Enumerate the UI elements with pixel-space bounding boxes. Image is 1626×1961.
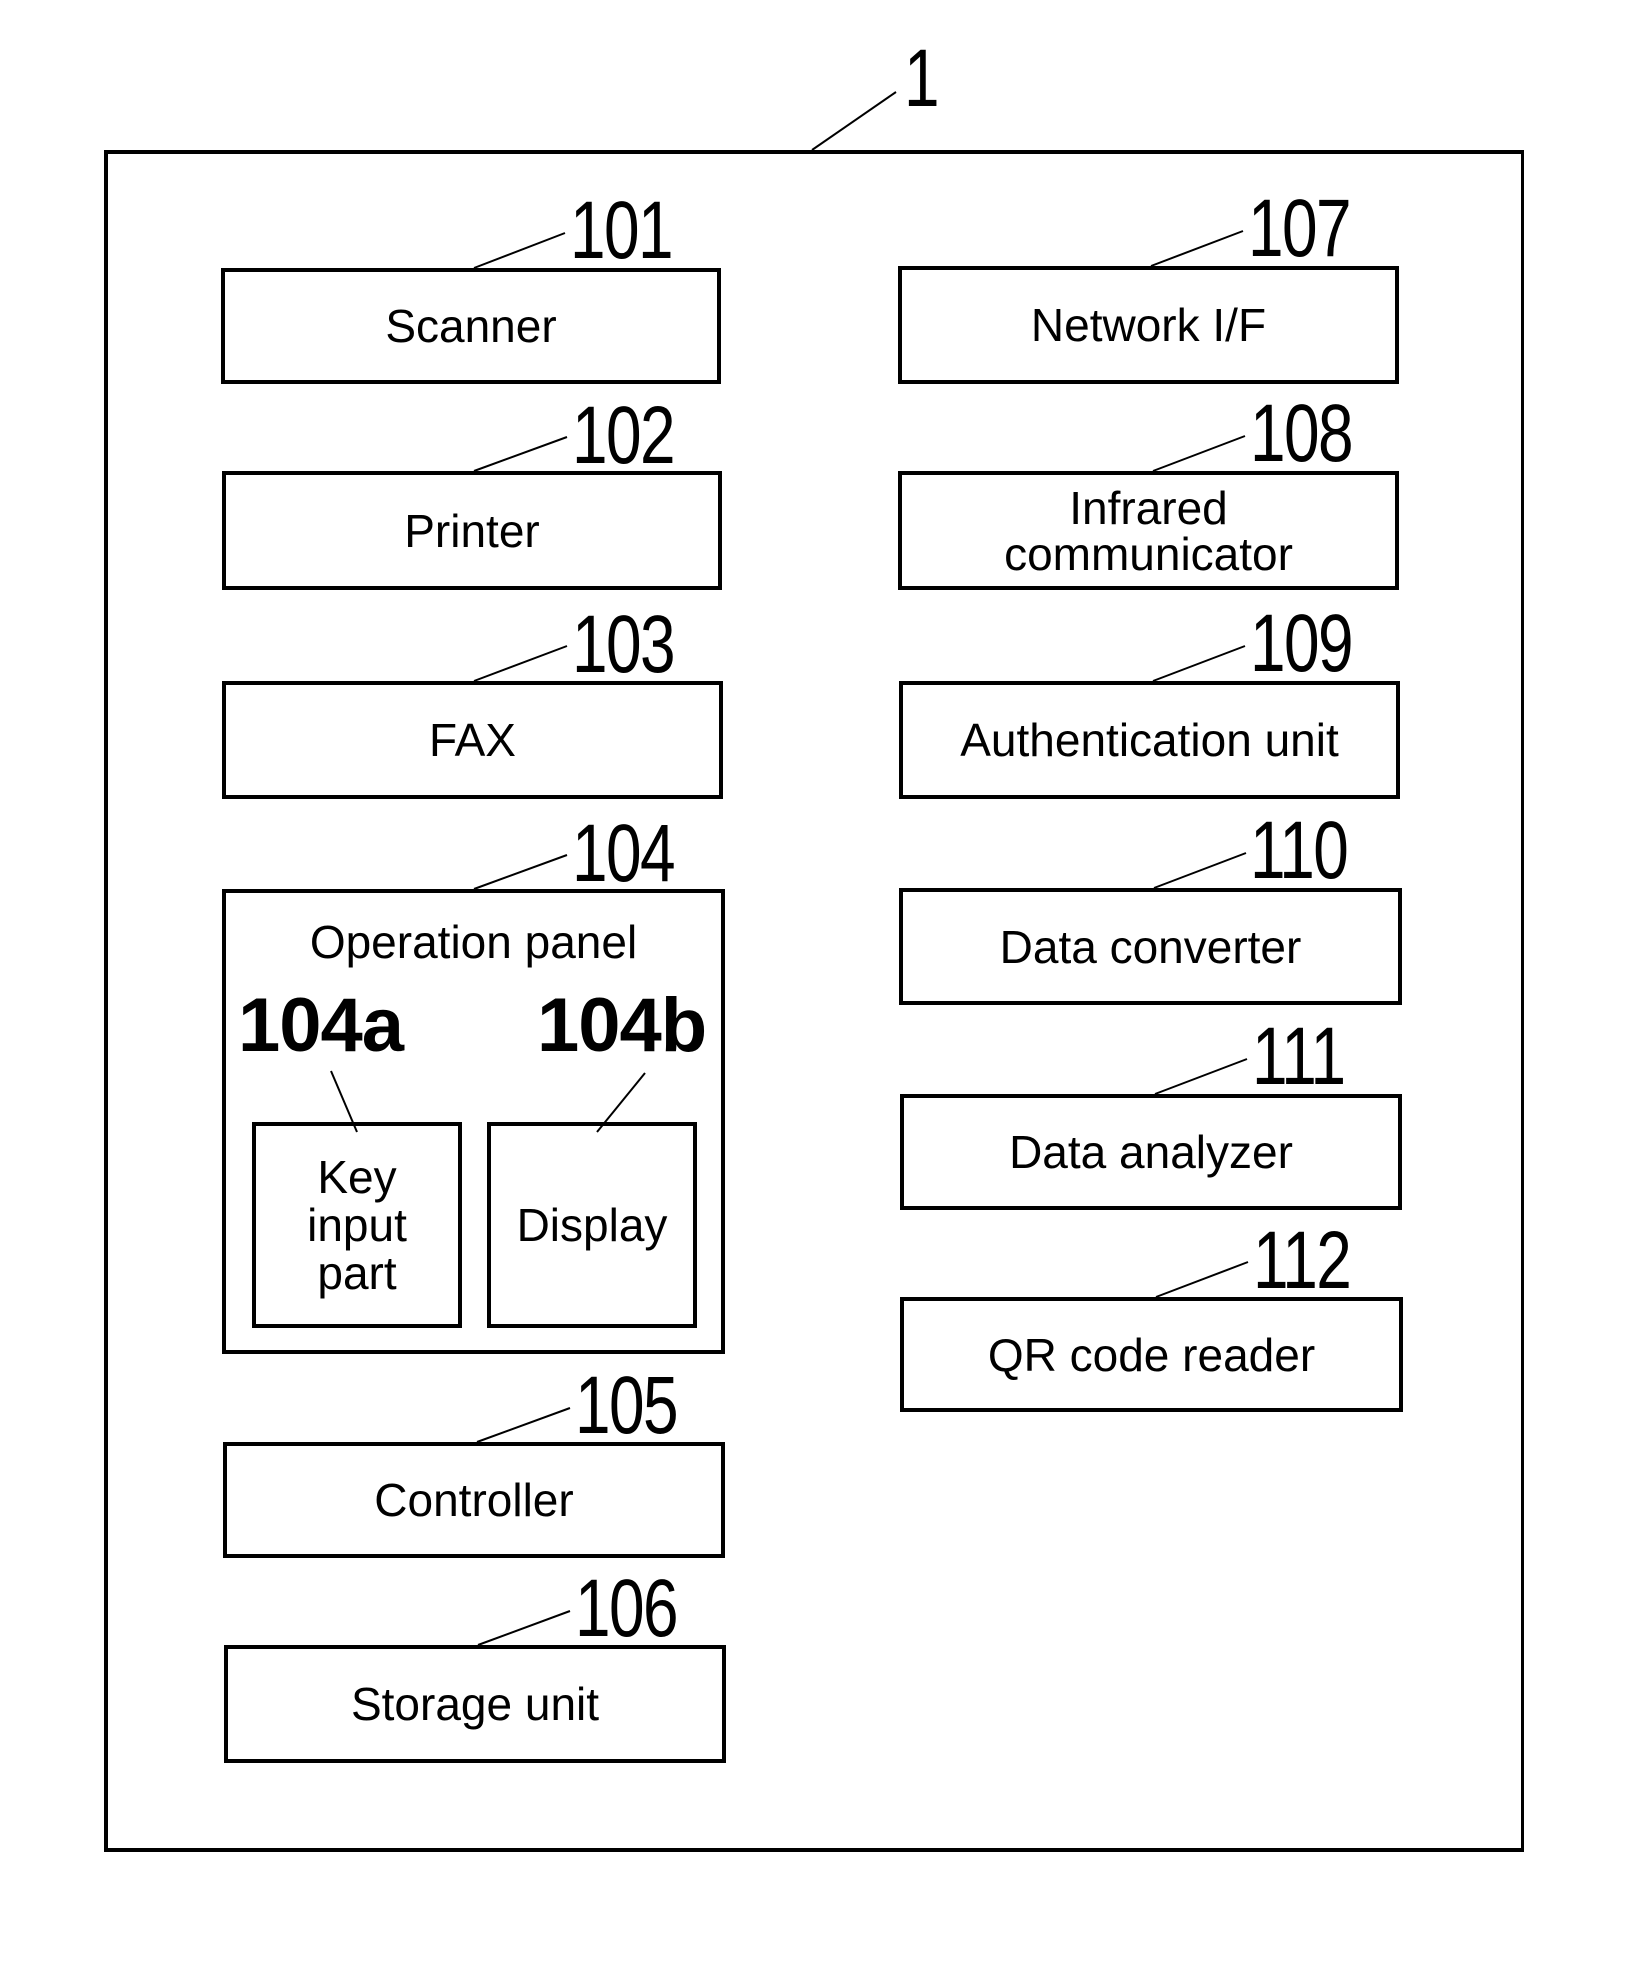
storage-unit-label: Storage unit — [350, 1678, 600, 1730]
qr-code-reader-label: QR code reader — [987, 1328, 1316, 1381]
ref-label-102: 102 — [572, 390, 676, 481]
authentication-unit-box: Authentication unit — [899, 681, 1400, 799]
infrared-communicator-label-line-2: communicator — [1004, 527, 1293, 580]
ref-label-108: 108 — [1250, 388, 1354, 479]
ref-label-105: 105 — [575, 1360, 679, 1451]
scanner-box: Scanner — [221, 268, 721, 384]
scanner-label: Scanner — [385, 300, 557, 352]
ref-label-107: 107 — [1248, 183, 1352, 274]
network-if-box: Network I/F — [898, 266, 1399, 384]
ref-label-112: 112 — [1253, 1215, 1352, 1306]
data-analyzer-box: Data analyzer — [900, 1094, 1402, 1210]
fax-box: FAX — [222, 681, 723, 799]
data-analyzer-label: Data analyzer — [1009, 1126, 1293, 1178]
infrared-communicator-label-line-1: Infrared — [1069, 481, 1228, 534]
storage-unit-box: Storage unit — [224, 1645, 726, 1763]
ref-label-104: 104 — [572, 808, 676, 899]
ref-label-110: 110 — [1250, 805, 1349, 896]
printer-label: Printer — [404, 504, 540, 557]
controller-box: Controller — [223, 1442, 725, 1558]
key-input-part-label-line-3: part — [317, 1247, 397, 1300]
leader-line-1 — [811, 91, 897, 151]
ref-label-104a: 104a — [238, 983, 404, 1068]
printer-box: Printer — [222, 471, 722, 590]
network-if-label: Network I/F — [1030, 299, 1267, 351]
ref-label-106: 106 — [575, 1563, 679, 1654]
ref-label-111: 111 — [1252, 1011, 1346, 1102]
ref-label-104b: 104b — [537, 983, 707, 1068]
infrared-communicator-box: Infrared communicator — [898, 471, 1399, 590]
data-converter-box: Data converter — [899, 888, 1402, 1005]
key-input-part-box: Key input part — [252, 1122, 462, 1328]
ref-label-1: 1 — [904, 33, 940, 124]
fax-label: FAX — [429, 714, 516, 766]
data-converter-label: Data converter — [999, 920, 1302, 973]
controller-label: Controller — [374, 1474, 574, 1526]
operation-panel-label: Operation panel — [309, 916, 638, 968]
ref-label-103: 103 — [572, 599, 676, 690]
display-box: Display — [487, 1122, 697, 1328]
key-input-part-label-line-2: input — [307, 1198, 407, 1251]
qr-code-reader-box: QR code reader — [900, 1297, 1403, 1412]
authentication-unit-label: Authentication unit — [960, 714, 1339, 766]
ref-label-101: 101 — [570, 185, 674, 276]
key-input-part-label-line-1: Key — [317, 1150, 397, 1203]
ref-label-109: 109 — [1250, 598, 1354, 689]
display-label: Display — [516, 1198, 668, 1251]
